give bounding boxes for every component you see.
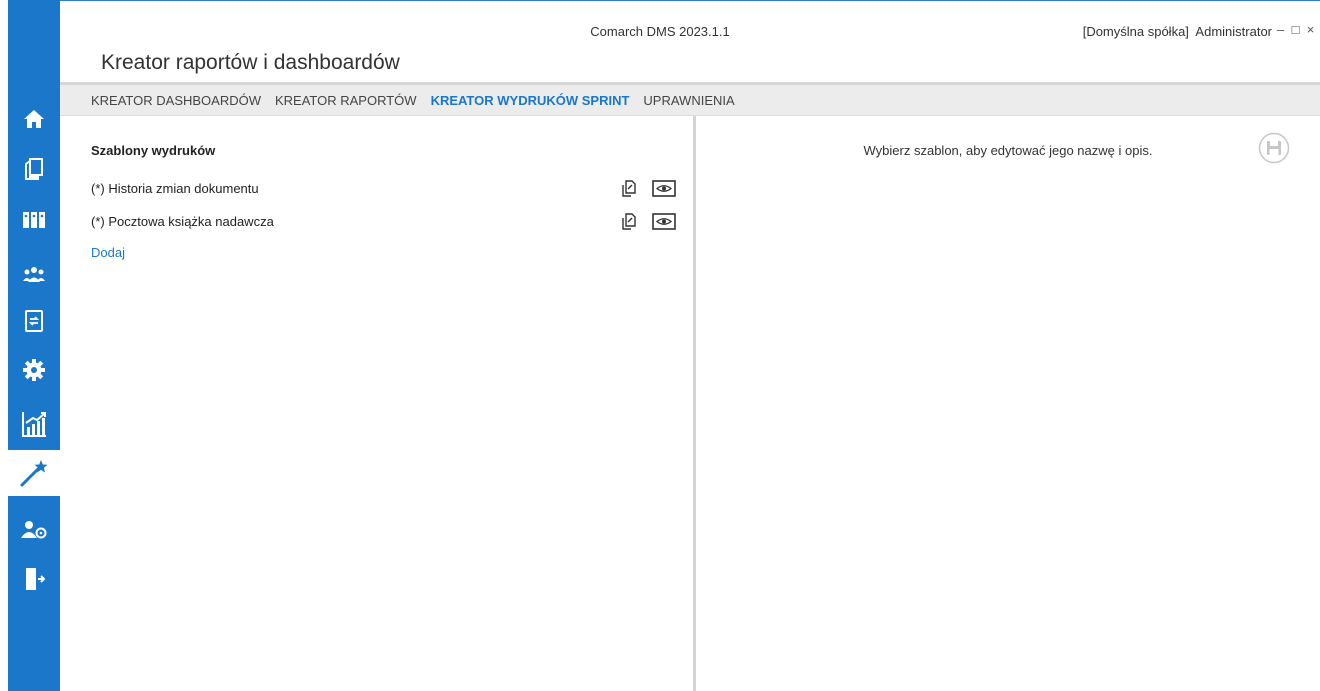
- save-icon[interactable]: [1258, 132, 1290, 164]
- templates-heading: Szablony wydruków: [91, 143, 216, 158]
- binders-icon: [23, 212, 45, 228]
- sidebar-item-users[interactable]: [8, 252, 60, 298]
- user-settings-icon: [21, 521, 47, 539]
- copy-icon[interactable]: [619, 211, 639, 231]
- tab-bar: KREATOR DASHBOARDÓW KREATOR RAPORTÓW KRE…: [60, 85, 1320, 116]
- sidebar-item-logout[interactable]: [8, 556, 60, 602]
- templates-panel: Szablony wydruków (*) Historia zmian dok…: [60, 116, 693, 691]
- close-button[interactable]: ×: [1305, 22, 1316, 37]
- window-left-edge: [0, 0, 8, 691]
- template-label: (*) Historia zmian dokumentu: [91, 181, 259, 196]
- company-user-label: [Domyślna spółka] Administrator: [1082, 24, 1272, 39]
- maximize-button[interactable]: □: [1290, 22, 1301, 37]
- workflow-document-icon: [25, 310, 43, 332]
- add-template-link[interactable]: Dodaj: [91, 245, 125, 260]
- panel-divider[interactable]: [693, 116, 696, 691]
- tab-dashboard-creator[interactable]: KREATOR DASHBOARDÓW: [91, 93, 261, 108]
- preview-eye-icon[interactable]: [652, 180, 676, 197]
- users-icon: [23, 267, 45, 282]
- editor-hint: Wybierz szablon, aby edytować jego nazwę…: [863, 143, 1153, 158]
- sidebar-item-workflow[interactable]: [8, 298, 60, 344]
- minimize-button[interactable]: –: [1275, 22, 1286, 37]
- list-item[interactable]: (*) Pocztowa książka nadawcza: [91, 211, 676, 233]
- sidebar-item-documents[interactable]: [8, 146, 60, 192]
- tab-report-creator[interactable]: KREATOR RAPORTÓW: [275, 93, 417, 108]
- sidebar-item-creator[interactable]: [8, 450, 60, 496]
- logout-icon: [26, 568, 45, 590]
- window-controls: – □ ×: [1275, 22, 1316, 37]
- tab-permissions[interactable]: UPRAWNIENIA: [643, 93, 734, 108]
- page-title: Kreator raportów i dashboardów: [101, 51, 400, 74]
- gear-icon: [23, 359, 45, 381]
- documents-icon: [25, 158, 43, 180]
- sidebar-item-reports[interactable]: [8, 401, 60, 447]
- list-item[interactable]: (*) Historia zmian dokumentu: [91, 178, 676, 200]
- tab-sprint-print-creator[interactable]: KREATOR WYDRUKÓW SPRINT: [431, 93, 630, 108]
- copy-icon[interactable]: [619, 178, 639, 198]
- sidebar-item-home[interactable]: [8, 96, 60, 142]
- template-label: (*) Pocztowa książka nadawcza: [91, 214, 274, 229]
- window-top-border: [60, 0, 1320, 1]
- sidebar-item-binders[interactable]: [8, 196, 60, 242]
- sidebar-item-user-settings[interactable]: [8, 507, 60, 553]
- magic-wand-icon: [20, 460, 48, 487]
- preview-eye-icon[interactable]: [652, 213, 676, 230]
- main-sidebar: [8, 0, 60, 691]
- sidebar-item-settings[interactable]: [8, 347, 60, 393]
- chart-icon: [22, 412, 46, 437]
- home-icon: [24, 110, 44, 128]
